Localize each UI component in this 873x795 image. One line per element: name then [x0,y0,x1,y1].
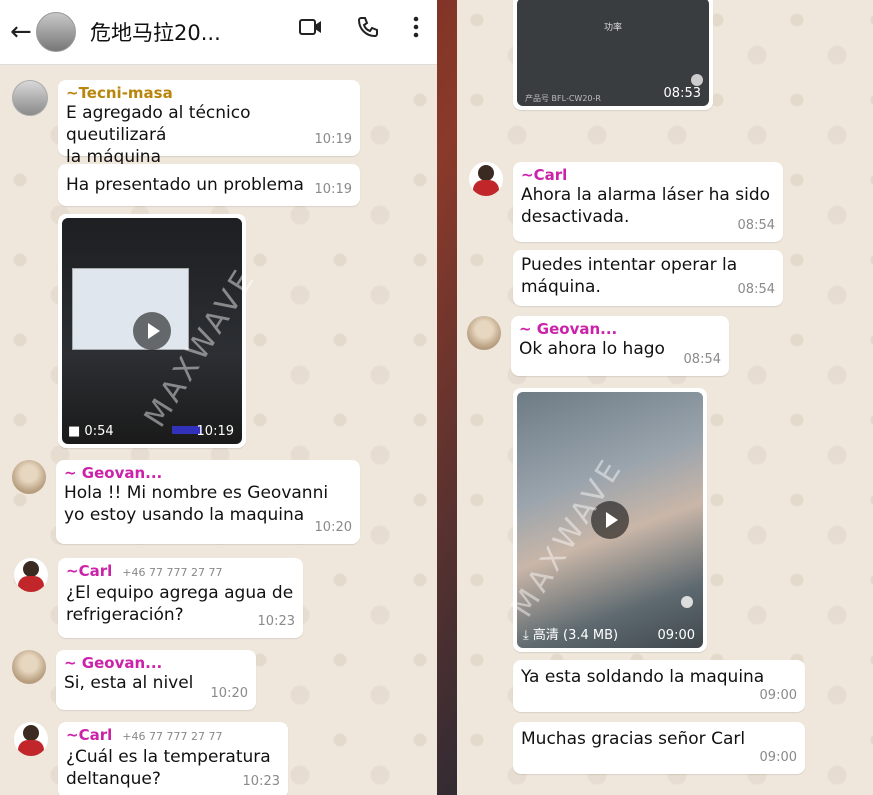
video-meta-text: 高清 (3.4 MB) [532,628,619,643]
sender-name[interactable]: ~Tecni-masa [66,84,352,102]
message-bubble[interactable]: Ha presentado un problema 10:19 [58,164,360,206]
message-bubble[interactable]: Puedes intentar operar la máquina. 08:54 [513,250,783,306]
play-icon[interactable] [133,312,171,350]
message-bubble[interactable]: ~Tecni-masa E agregado al técnico queuti… [58,80,360,167]
chat-panel-left[interactable]: ← 危地马拉20... ~Tecni-masa E agregado al té… [0,0,437,795]
message-time: 08:54 [737,282,775,297]
message-time: 10:23 [257,614,295,629]
play-icon[interactable] [591,501,629,539]
message-time: 10:20 [314,520,352,535]
message-time: 08:53 [663,86,701,101]
avatar[interactable] [14,558,48,592]
message-bubble[interactable]: ~ Geovan... Ok ahora lo hago 08:54 [511,316,729,376]
indicator-dot [691,74,703,86]
arrow-left-icon[interactable]: ← [10,17,32,47]
chat-title[interactable]: 危地马拉20... [90,17,240,47]
media-footer: 产品号 BFL-CW20-R [525,94,601,103]
message-time: 10:19 [314,182,352,197]
message-time: 10:19 [196,424,234,439]
video-message[interactable]: ■ 0:54 10:19 [58,214,246,448]
message-bubble[interactable]: ~ Geovan... Si, esta al nivel 10:20 [56,650,256,710]
avatar[interactable] [467,316,501,350]
avatar[interactable] [12,650,46,684]
message-bubble[interactable]: ~Carl +46 77 777 27 77 ¿Cuál es la temper… [58,722,288,795]
message-text: Hola !! Mi nombre es Geovanni yo estoy u… [64,483,329,525]
message-time: 10:23 [242,774,280,789]
avatar[interactable] [12,80,48,116]
message-time: 08:54 [683,352,721,367]
message-bubble[interactable]: ~ Geovan... Hola !! Mi nombre es Geovann… [56,460,360,544]
video-duration-text: 0:54 [84,424,114,439]
message-time: 10:19 [314,132,352,147]
chat-header: ← 危地马拉20... [0,0,437,65]
video-message[interactable]: ⤓ 高清 (3.4 MB) 09:00 [513,388,707,652]
indicator-dot [681,596,693,608]
group-avatar[interactable] [36,12,76,52]
message-bubble[interactable]: ~Carl +46 77 777 27 77 ¿El equipo agrega … [58,558,303,638]
phone-icon[interactable] [357,16,379,44]
sender-name[interactable]: ~Carl +46 77 777 27 77 [66,726,280,746]
sender-phone: +46 77 777 27 77 [122,730,223,743]
image-message[interactable]: 功率 产品号 BFL-CW20-R 08:53 [513,0,713,110]
sender-name[interactable]: ~Carl +46 77 777 27 77 [66,562,295,582]
sender-name-text[interactable]: ~Carl [66,726,112,744]
video-thumbnail-screen [72,268,189,350]
message-bubble[interactable]: Ya esta soldando la maquina 09:00 [513,660,805,712]
message-time: 08:54 [737,218,775,233]
more-vertical-icon[interactable] [413,16,419,44]
chat-panel-right[interactable]: 功率 产品号 BFL-CW20-R 08:53 ~Carl Ahora la a… [457,0,873,795]
sender-name[interactable]: ~ Geovan... [519,320,721,338]
video-call-icon[interactable] [299,17,323,43]
sender-name[interactable]: ~ Geovan... [64,654,248,672]
message-time: 09:00 [759,750,797,765]
avatar[interactable] [469,162,503,196]
video-duration: ■ 0:54 [68,424,114,439]
message-text: E agregado al técnico queutilizará la má… [66,103,251,167]
sender-name[interactable]: ~ Geovan... [64,464,352,482]
message-bubble[interactable]: Muchas gracias señor Carl 09:00 [513,722,805,774]
message-bubble[interactable]: ~Carl Ahora la alarma láser ha sido desa… [513,162,783,242]
sender-name[interactable]: ~Carl [521,166,775,184]
avatar[interactable] [14,722,48,756]
video-download-meta[interactable]: ⤓ 高清 (3.4 MB) [523,624,618,643]
message-time: 10:20 [210,686,248,701]
sender-name-text[interactable]: ~Carl [66,562,112,580]
media-caption: 功率 [603,23,622,33]
sender-phone: +46 77 777 27 77 [122,566,223,579]
avatar[interactable] [12,460,46,494]
message-time: 09:00 [657,628,695,643]
message-time: 09:00 [759,688,797,703]
